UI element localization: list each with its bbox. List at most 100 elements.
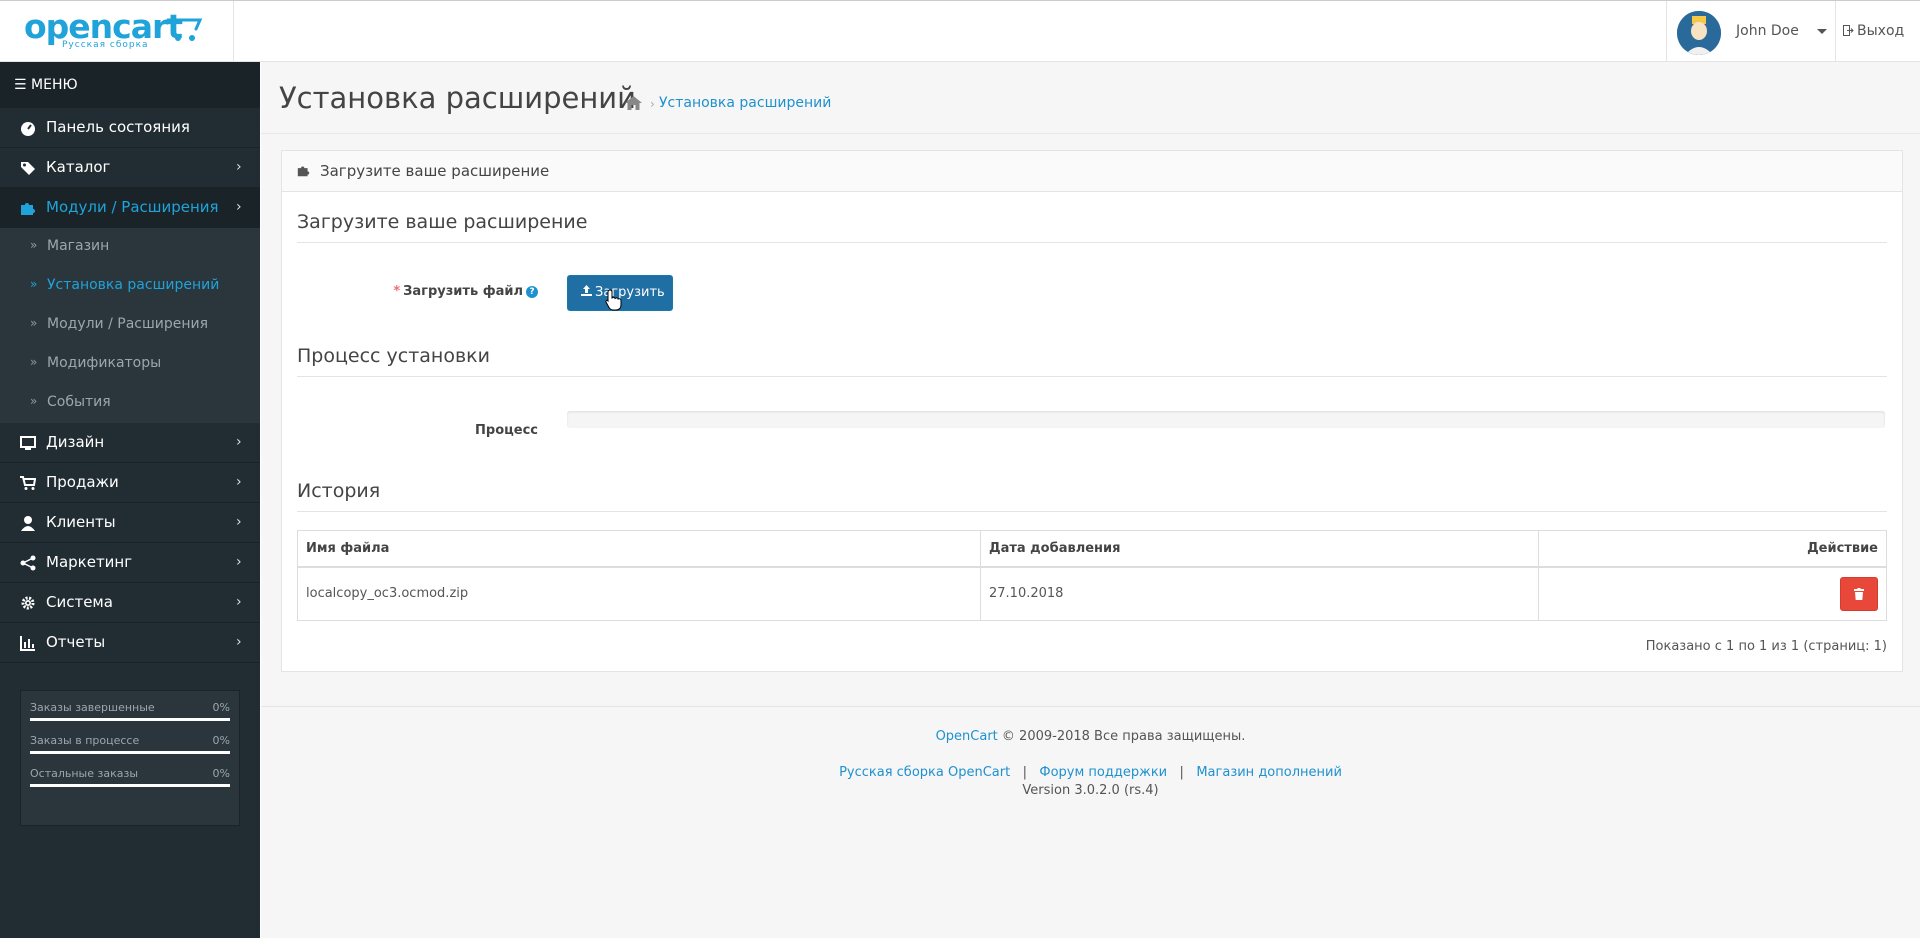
sidebar-subitem-events[interactable]: » События — [0, 384, 260, 423]
double-angle-icon: » — [30, 394, 38, 408]
chevron-right-icon: › — [236, 199, 242, 215]
required-mark: * — [393, 284, 401, 299]
chevron-right-icon: › — [236, 434, 242, 450]
footer-separator: | — [1171, 765, 1193, 780]
footer-version: Version 3.0.2.0 (rs.4) — [1022, 783, 1159, 798]
stat-value: 0% — [212, 701, 230, 714]
footer: OpenCart © 2009-2018 Все права защищены.… — [261, 706, 1920, 801]
bars-icon: ☰ — [14, 77, 27, 93]
sidebar-item-label: Каталог — [46, 158, 111, 176]
upload-label-text: Загрузить файл — [403, 284, 523, 299]
bar-chart-icon — [20, 636, 35, 651]
breadcrumb-separator: › — [650, 97, 655, 111]
chevron-right-icon: › — [236, 159, 242, 175]
panel-heading-text: Загрузите ваше расширение — [320, 162, 550, 180]
sidebar-item-label: Продажи — [46, 473, 119, 491]
user-icon — [21, 516, 35, 531]
column-header-date[interactable]: Дата добавления — [980, 530, 1539, 568]
stat-progress-bar — [30, 784, 230, 787]
column-header-action: Действие — [1538, 530, 1887, 568]
sidebar-subitem-extensions[interactable]: » Модули / Расширения — [0, 306, 260, 345]
table-header-row: Имя файла Дата добавления Действие — [297, 530, 1887, 568]
upload-icon — [581, 285, 592, 296]
divider — [297, 242, 1887, 243]
panel-heading: Загрузите ваше расширение — [282, 151, 1902, 192]
gear-icon — [21, 596, 35, 610]
stat-label: Остальные заказы — [30, 767, 139, 780]
menu-toggle[interactable]: ☰ МЕНЮ — [0, 62, 260, 108]
upload-file-label: * Загрузить файл? — [282, 284, 538, 299]
question-circle-icon[interactable]: ? — [526, 286, 538, 298]
footer-link-marketplace[interactable]: Магазин дополнений — [1196, 765, 1342, 780]
sidebar-item-label: Система — [46, 593, 113, 611]
sidebar-item-reports[interactable]: Отчеты › — [0, 623, 260, 663]
sidebar-item-system[interactable]: Система › — [0, 583, 260, 623]
footer-link-build[interactable]: Русская сборка OpenCart — [839, 765, 1010, 780]
logo-subtitle: Русская сборка — [62, 40, 149, 50]
double-angle-icon: » — [30, 277, 38, 291]
divider — [297, 511, 1887, 512]
sidebar-item-extensions[interactable]: Модули / Расширения › — [0, 188, 260, 228]
chevron-right-icon: › — [236, 474, 242, 490]
sidebar-item-design[interactable]: Дизайн › — [0, 423, 260, 463]
delete-button[interactable] — [1840, 576, 1878, 611]
tags-icon — [21, 162, 35, 175]
stat-progress-bar — [30, 718, 230, 721]
sidebar-item-dashboard[interactable]: Панель состояния — [0, 108, 260, 148]
sidebar-subitem-label: Установка расширений — [47, 277, 220, 293]
upload-panel: Загрузите ваше расширение Загрузите ваше… — [281, 150, 1903, 672]
stat-processing: Заказы в процессе 0% — [30, 734, 230, 767]
sidebar-item-customers[interactable]: Клиенты › — [0, 503, 260, 543]
chevron-right-icon: › — [236, 554, 242, 570]
sidebar-item-marketing[interactable]: Маркетинг › — [0, 543, 260, 583]
sidebar-item-catalog[interactable]: Каталог › — [0, 148, 260, 188]
sidebar-subitem-installer[interactable]: » Установка расширений — [0, 267, 260, 306]
sidebar-item-label: Отчеты — [46, 633, 106, 651]
home-icon[interactable] — [625, 96, 642, 110]
sidebar-subitem-label: События — [47, 394, 111, 410]
column-header-filename[interactable]: Имя файла — [297, 530, 981, 568]
double-angle-icon: » — [30, 355, 38, 369]
chevron-right-icon: › — [236, 594, 242, 610]
sidebar-item-label: Маркетинг — [46, 553, 133, 571]
sidebar-item-label: Дизайн — [46, 433, 105, 451]
footer-copyright: © 2009-2018 Все права защищены. — [1001, 729, 1246, 744]
pagination-summary: Показано с 1 по 1 из 1 (страниц: 1) — [1645, 639, 1887, 654]
chevron-right-icon: › — [236, 514, 242, 530]
logo[interactable]: opencart Русская сборка — [0, 1, 234, 62]
page-title: Установка расширений — [279, 81, 636, 115]
sidebar-subitem-label: Модификаторы — [47, 355, 162, 371]
double-angle-icon: » — [30, 238, 38, 252]
sidebar-subitem-modifications[interactable]: » Модификаторы — [0, 345, 260, 384]
process-label: Процесс — [475, 423, 538, 438]
logout-link[interactable]: Выход — [1843, 23, 1904, 39]
chevron-right-icon: › — [236, 634, 242, 650]
sidebar-item-sales[interactable]: Продажи › — [0, 463, 260, 503]
footer-links: Русская сборка OpenCart | Форум поддержк… — [261, 765, 1920, 783]
footer-copyright-line: OpenCart © 2009-2018 Все права защищены. — [261, 729, 1920, 747]
footer-link-forum[interactable]: Форум поддержки — [1039, 765, 1167, 780]
menu-label: МЕНЮ — [31, 77, 78, 93]
stat-other: Остальные заказы 0% — [30, 767, 230, 800]
cell-action — [1538, 566, 1887, 621]
divider — [297, 376, 1887, 377]
top-header: opencart Русская сборка John Doe Выход — [0, 0, 1920, 62]
stat-label: Заказы завершенные — [30, 701, 155, 714]
sidebar: ☰ МЕНЮ Панель состояния Каталог › Модули… — [0, 62, 260, 938]
stat-completed: Заказы завершенные 0% — [30, 701, 230, 734]
user-name: John Doe — [1736, 23, 1799, 39]
breadcrumb-link[interactable]: Установка расширений — [659, 95, 831, 111]
stat-label: Заказы в процессе — [30, 734, 140, 747]
footer-brand-link[interactable]: OpenCart — [936, 729, 998, 744]
dashboard-icon — [21, 122, 35, 136]
process-section-title: Процесс установки — [297, 345, 490, 367]
sidebar-subitem-label: Модули / Расширения — [47, 316, 209, 332]
cell-date: 27.10.2018 — [980, 566, 1539, 621]
sidebar-subitem-store[interactable]: » Магазин — [0, 228, 260, 267]
cell-filename: localcopy_oc3.ocmod.zip — [297, 566, 981, 621]
double-angle-icon: » — [30, 316, 38, 330]
user-menu[interactable]: John Doe — [1666, 1, 1836, 62]
sidebar-item-label: Клиенты — [46, 513, 116, 531]
puzzle-icon — [297, 166, 310, 177]
puzzle-icon — [21, 203, 35, 215]
